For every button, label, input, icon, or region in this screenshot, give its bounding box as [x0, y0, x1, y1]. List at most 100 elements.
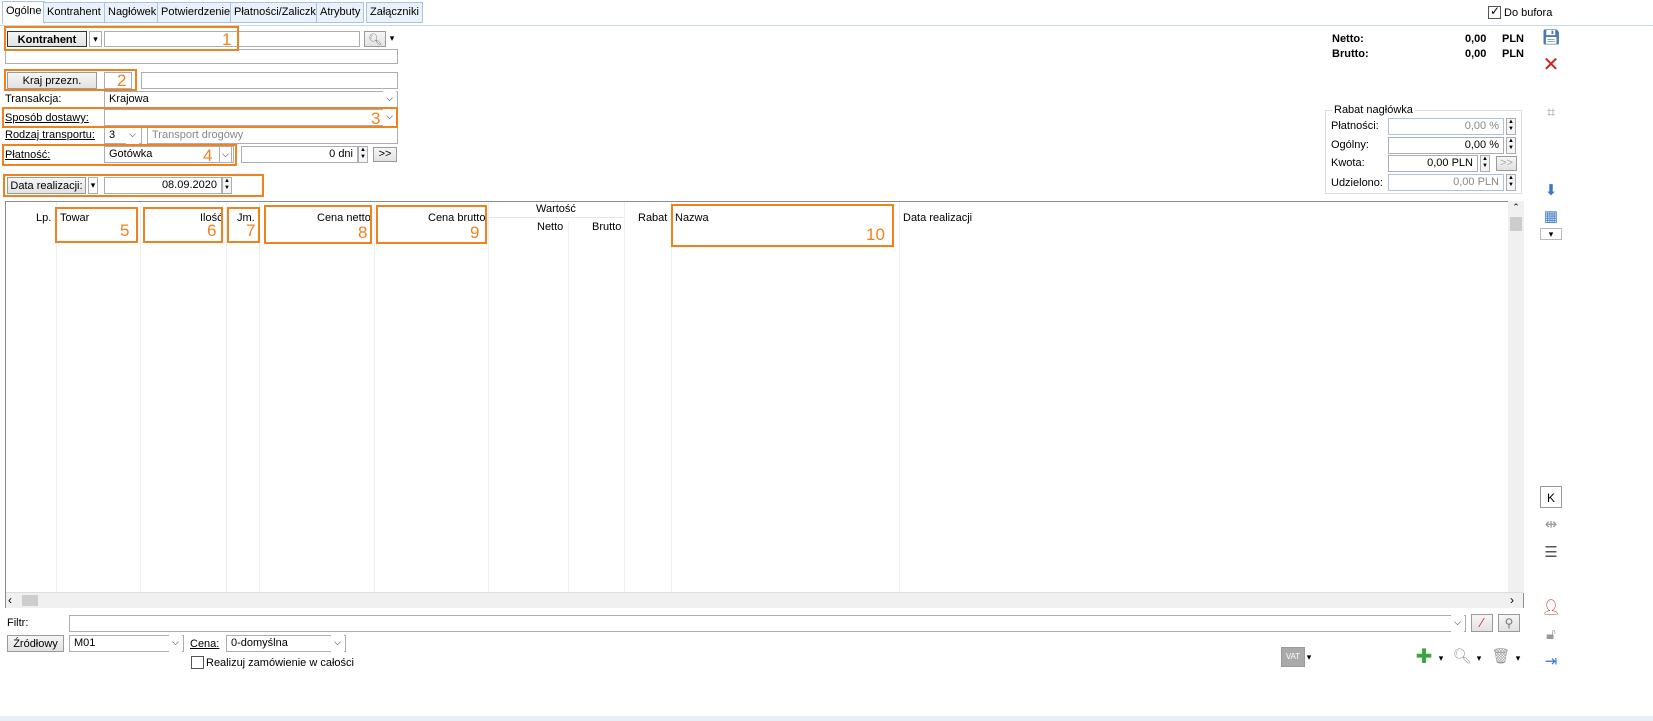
col-brutto[interactable]: Brutto [592, 221, 621, 233]
scroll-thumb[interactable] [22, 595, 38, 606]
tab-ogolne[interactable]: Ogólne [2, 1, 46, 24]
data-realizacji-button[interactable]: Data realizacji: [7, 177, 86, 194]
col-divider [899, 202, 900, 594]
do-bufora-checkbox[interactable] [1488, 4, 1501, 19]
rabat-udzielono-label: Udzielono: [1331, 177, 1383, 189]
rabat-kwota-input[interactable]: 0,00 PLN [1388, 155, 1478, 172]
k-icon[interactable]: K [1540, 486, 1562, 508]
kontrahent-button[interactable]: Kontrahent [7, 31, 87, 47]
list-icon[interactable]: ☰ [1540, 542, 1562, 564]
netto-currency: PLN [1502, 33, 1524, 45]
tab-atrybuty[interactable]: Atrybuty [316, 2, 365, 23]
chevron-down-icon[interactable]: ⌵ [169, 635, 182, 652]
col-data-realizacji[interactable]: Data realizacji [903, 212, 972, 224]
chevron-down-icon[interactable]: ⌵ [219, 146, 232, 163]
rabat-platnosci-spinner[interactable]: ▲ ▼ [1506, 118, 1516, 135]
zrodlowy-button[interactable]: Źródłowy [7, 635, 64, 652]
filter-settings-button[interactable]: ⚲ [1498, 614, 1520, 632]
save-icon[interactable]: 💾︎ [1540, 27, 1562, 49]
col-nazwa[interactable]: Nazwa [675, 212, 709, 224]
kontrahent-dropdown-arrow[interactable]: ▾ [89, 31, 102, 47]
annotation-number-2: 2 [117, 71, 127, 90]
scroll-thumb[interactable] [1510, 217, 1522, 231]
col-towar[interactable]: Towar [60, 212, 89, 224]
clear-filter-icon: ⁄ [1480, 615, 1484, 630]
annotation-number-1: 1 [222, 30, 232, 49]
close-icon[interactable]: ✕ [1540, 54, 1562, 76]
add-icon[interactable]: ✚ [1413, 646, 1435, 668]
cena-label: Cena: [190, 638, 220, 650]
netto-label: Netto: [1332, 33, 1364, 45]
vat-button[interactable]: VAT [1281, 647, 1305, 667]
pin-icon[interactable]: ⇥ [1540, 651, 1562, 673]
search-icon: 🔍︎ [368, 34, 382, 46]
import-icon[interactable]: ⬇︎ [1540, 180, 1562, 202]
clear-filter-button[interactable]: ⁄ [1471, 614, 1493, 632]
col-rabat[interactable]: Rabat [638, 212, 667, 224]
dni-spinner[interactable]: ▲ ▼ [358, 146, 368, 163]
chevron-down-icon[interactable]: ⌵ [331, 635, 344, 652]
transakcja-select[interactable]: Krajowa [104, 91, 398, 108]
scroll-left-icon[interactable]: ‹ [8, 593, 12, 607]
vertical-scrollbar[interactable]: ⌃ [1508, 201, 1524, 593]
rabat-kwota-spinner[interactable]: ▲ ▼ [1480, 155, 1490, 172]
vat-dropdown-arrow[interactable]: ▾ [1305, 647, 1313, 667]
search-button[interactable]: 🔍︎ [364, 31, 386, 47]
kontrahent-address-field [5, 49, 398, 64]
kraj-przezn-button[interactable]: Kraj przezn. [7, 72, 97, 89]
col-netto[interactable]: Netto [537, 221, 563, 233]
horizontal-scrollbar[interactable]: ‹ › [6, 592, 1523, 608]
realizuj-checkbox[interactable] [191, 656, 204, 669]
filtr-input[interactable] [69, 615, 1466, 632]
delete-dropdown-arrow[interactable]: ▾ [1514, 648, 1522, 668]
rabat-ogolny-input[interactable]: 0,00 % [1388, 137, 1504, 154]
dni-input[interactable]: 0 dni [241, 146, 358, 163]
data-spinner[interactable]: ▲ ▼ [222, 177, 232, 194]
annotation-number-6: 6 [207, 221, 217, 240]
kontrahent-input[interactable] [104, 31, 360, 47]
chevron-down-icon[interactable]: ⌵ [383, 109, 396, 126]
sposob-dostawy-select[interactable] [104, 109, 398, 126]
rabat-ogolny-spinner[interactable]: ▲ ▼ [1506, 137, 1516, 154]
tab-platnosci[interactable]: Płatności/Zaliczki [230, 2, 323, 23]
annotation-number-5: 5 [120, 221, 130, 240]
split-icon[interactable]: ⇹ [1540, 514, 1562, 536]
export-icon[interactable]: ▦ [1540, 206, 1562, 228]
tab-zalaczniki[interactable]: Załączniki [366, 2, 423, 23]
chevron-down-icon[interactable]: ⌵ [383, 91, 396, 108]
filtr-label: Filtr: [7, 617, 29, 629]
rabat-platnosci-input: 0,00 % [1388, 118, 1504, 135]
items-table[interactable]: Lp. Towar Ilość Jm. Cena netto Cena brut… [5, 201, 1524, 608]
data-dropdown-arrow[interactable]: ▾ [88, 177, 98, 194]
delete-icon[interactable]: 🗑︎ [1490, 646, 1512, 668]
tab-kontrahent[interactable]: Kontrahent [43, 2, 105, 23]
tab-potwierdzenie[interactable]: Potwierdzenie [157, 2, 235, 23]
tab-bar: Ogólne Kontrahent Nagłówek Potwierdzenie… [0, 0, 1653, 26]
status-bar [0, 716, 1653, 721]
scroll-right-icon[interactable]: › [1510, 593, 1514, 607]
brutto-currency: PLN [1502, 48, 1524, 60]
rabat-kwota-more-button[interactable]: >> [1496, 156, 1517, 171]
tab-naglowek[interactable]: Nagłówek [104, 2, 161, 23]
scroll-up-icon[interactable]: ⌃ [1508, 201, 1524, 213]
lock-icon[interactable]: 🔓︎ [1540, 624, 1562, 646]
calculate-icon[interactable]: ⌗ [1540, 102, 1562, 124]
platnosc-select[interactable]: Gotówka [104, 146, 234, 163]
rabat-udzielono-spinner[interactable]: ▲ ▼ [1506, 174, 1516, 191]
col-divider [140, 202, 141, 594]
brutto-value: 0,00 [1465, 48, 1487, 60]
search-dropdown-arrow[interactable]: ▾ [1475, 648, 1483, 668]
platnosc-more-button[interactable]: >> [373, 147, 397, 162]
sidebar-more-arrow[interactable]: ▾ [1540, 228, 1562, 240]
search-dropdown-arrow[interactable]: ▾ [387, 31, 397, 47]
filter-settings-icon: ⚲ [1504, 616, 1514, 630]
data-realizacji-input[interactable]: 08.09.2020 [104, 177, 222, 194]
search-icon[interactable]: 🔍︎ [1451, 646, 1473, 668]
chevron-down-icon[interactable]: ⌵ [1451, 615, 1464, 632]
magazyn-select[interactable]: M01 [69, 635, 184, 652]
col-lp[interactable]: Lp. [36, 212, 51, 224]
chevron-down-icon[interactable]: ⌵ [126, 127, 139, 144]
add-dropdown-arrow[interactable]: ▾ [1437, 648, 1445, 668]
user-icon[interactable]: 👤︎ [1540, 597, 1562, 619]
cena-select[interactable]: 0-domyślna [226, 635, 346, 652]
